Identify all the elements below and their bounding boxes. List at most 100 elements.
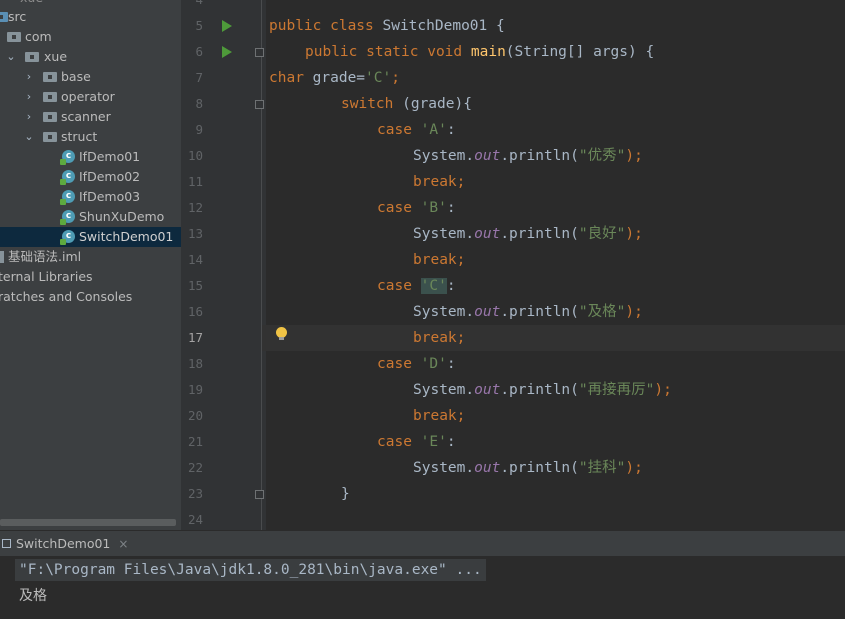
lightbulb-icon[interactable]: [276, 327, 287, 340]
project-tree-panel: xue src com ⌄ xue › base › operator › sc…: [0, 0, 181, 530]
run-main-icon[interactable]: [222, 46, 232, 58]
chevron-right-icon[interactable]: ›: [24, 107, 34, 127]
code-line-19[interactable]: System.out.println("再接再厉");: [413, 377, 672, 403]
tree-label: ternal Libraries: [0, 269, 93, 284]
java-class-icon: c: [60, 190, 75, 205]
tree-label: xue: [44, 49, 68, 64]
run-tool-window-tabbar: SwitchDemo01 ×: [0, 530, 845, 556]
close-icon[interactable]: ×: [118, 537, 128, 551]
field-name: out: [474, 148, 501, 164]
tree-label: IfDemo01: [79, 149, 141, 164]
line-number: 10: [187, 148, 203, 163]
code-line-11[interactable]: break;: [413, 169, 465, 195]
console-icon: [2, 539, 11, 548]
code-line-7[interactable]: char grade='C';: [269, 65, 400, 91]
chevron-right-icon[interactable]: ›: [24, 87, 34, 107]
string-literal: 'A': [420, 122, 447, 138]
code-line-21[interactable]: case 'E':: [377, 429, 456, 455]
code-text: ;: [391, 70, 400, 86]
code-line-5[interactable]: public class SwitchDemo01 {: [269, 13, 505, 39]
line-number: 23: [187, 486, 203, 501]
tree-row-ifdemo01[interactable]: c IfDemo01: [0, 147, 181, 167]
code-text: System.: [413, 226, 475, 242]
line-number: 22: [187, 460, 203, 475]
chevron-down-icon[interactable]: ⌄: [6, 47, 16, 67]
horizontal-scrollbar[interactable]: [0, 519, 176, 526]
run-tab-switchdemo01[interactable]: SwitchDemo01 ×: [0, 531, 128, 556]
fold-marker-icon[interactable]: [255, 490, 264, 499]
code-line-20[interactable]: break;: [413, 403, 465, 429]
code-line-16[interactable]: System.out.println("及格");: [413, 299, 643, 325]
code-text: :: [446, 122, 456, 138]
code-text: );: [625, 226, 643, 242]
code-line-12[interactable]: case 'B':: [377, 195, 456, 221]
code-line-22[interactable]: System.out.println("挂科");: [413, 455, 643, 481]
package-icon: [43, 132, 57, 142]
console-command-line[interactable]: "F:\Program Files\Java\jdk1.8.0_281\bin\…: [15, 559, 486, 581]
code-text: (grade){: [393, 96, 472, 112]
tree-row-shunxudemo[interactable]: c ShunXuDemo: [0, 207, 181, 227]
tree-row-ifdemo03[interactable]: c IfDemo03: [0, 187, 181, 207]
run-class-icon[interactable]: [222, 20, 232, 32]
field-name: out: [474, 460, 501, 476]
tree-row-com[interactable]: com: [0, 27, 181, 47]
tree-row-struct[interactable]: ⌄ struct: [0, 127, 181, 147]
keyword: case: [377, 200, 412, 216]
java-class-icon: c: [60, 210, 75, 225]
tree-label: src: [8, 9, 27, 24]
code-text: }: [341, 486, 350, 502]
tree-row-scratches[interactable]: ratches and Consoles: [0, 287, 181, 307]
tree-row-iml[interactable]: 基础语法.iml: [0, 247, 181, 267]
tree-row-xue[interactable]: ⌄ xue: [0, 47, 181, 67]
string-literal: "挂科": [578, 460, 626, 476]
tree-row-ifdemo02[interactable]: c IfDemo02: [0, 167, 181, 187]
code-text: ;: [456, 174, 466, 190]
tree-row-operator[interactable]: › operator: [0, 87, 181, 107]
package-icon: [43, 92, 57, 102]
tree-row-external-libraries[interactable]: ternal Libraries: [0, 267, 181, 287]
console-output-text: 及格: [19, 588, 47, 604]
chevron-down-icon[interactable]: ⌄: [24, 127, 34, 147]
tree-row-src[interactable]: src: [0, 7, 181, 27]
java-class-icon: c: [60, 230, 75, 245]
code-line-18[interactable]: case 'D':: [377, 351, 456, 377]
code-line-15[interactable]: case 'C':: [377, 273, 456, 299]
tree-label: operator: [61, 89, 115, 104]
code-line-6[interactable]: public static void main(String[] args) {: [305, 39, 654, 65]
code-line-9[interactable]: case 'A':: [377, 117, 456, 143]
tree-row-switchdemo01[interactable]: c SwitchDemo01: [0, 227, 181, 247]
code-line-13[interactable]: System.out.println("良好");: [413, 221, 643, 247]
fold-marker-icon[interactable]: [255, 48, 264, 57]
code-line-14[interactable]: break;: [413, 247, 465, 273]
keyword: public static void: [305, 44, 463, 60]
keyword: case: [377, 122, 412, 138]
code-text: SwitchDemo01 {: [373, 18, 505, 34]
keyword: break: [413, 252, 457, 268]
code-line-10[interactable]: System.out.println("优秀");: [413, 143, 643, 169]
code-text: :: [446, 200, 456, 216]
code-text: ;: [456, 408, 466, 424]
line-number: 5: [195, 18, 203, 33]
tree-row-base[interactable]: › base: [0, 67, 181, 87]
code-text: (String[] args) {: [505, 44, 655, 60]
code-line-17[interactable]: break;: [413, 325, 465, 351]
tree-label: com: [25, 29, 52, 44]
keyword: break: [413, 330, 457, 346]
keyword: switch: [341, 96, 394, 112]
run-tab-label: SwitchDemo01: [16, 536, 111, 551]
fold-marker-icon[interactable]: [255, 100, 264, 109]
chevron-right-icon[interactable]: ›: [24, 67, 34, 87]
string-literal: 'C': [365, 70, 392, 86]
code-text: .println(: [500, 460, 579, 476]
method-name: main: [470, 44, 506, 60]
tree-label: struct: [61, 129, 98, 144]
tree-row-scanner[interactable]: › scanner: [0, 107, 181, 127]
code-line-8[interactable]: switch (grade){: [341, 91, 472, 117]
line-number: 4: [181, 0, 203, 13]
code-line-23[interactable]: }: [341, 481, 350, 507]
string-literal: 'D': [420, 356, 447, 372]
keyword: break: [413, 408, 457, 424]
keyword: break: [413, 174, 457, 190]
line-number: 19: [187, 382, 203, 397]
java-class-icon: c: [60, 170, 75, 185]
